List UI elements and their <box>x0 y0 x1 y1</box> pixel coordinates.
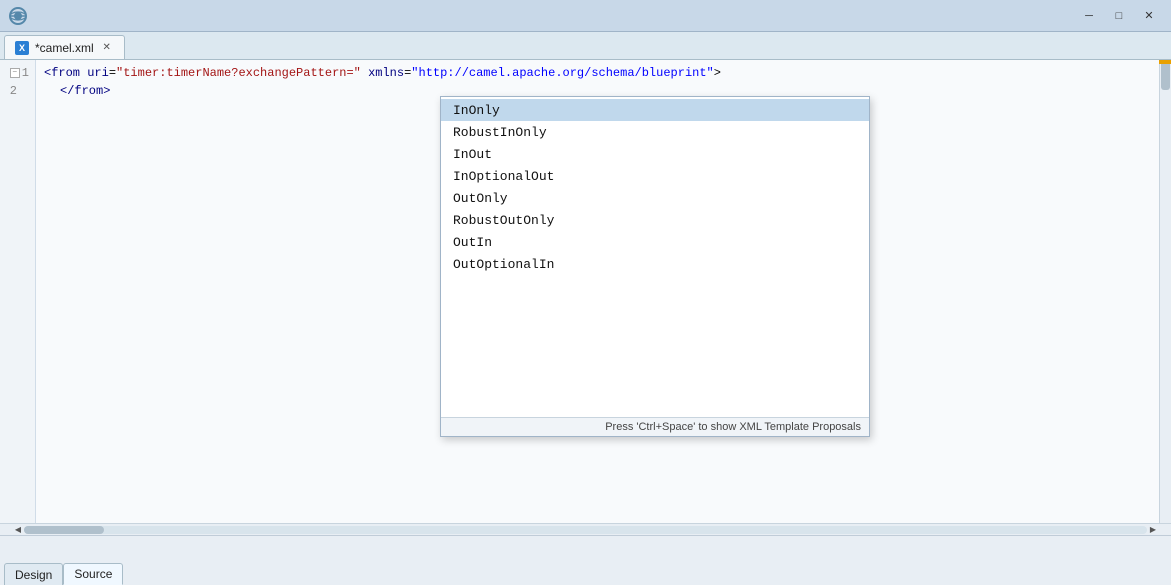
horizontal-scrollbar[interactable]: ◀ ▶ <box>0 523 1171 535</box>
editor-content: − 1 2 <from uri = "timer:timerName?excha… <box>0 60 1171 523</box>
line-numbers: − 1 2 <box>0 60 36 523</box>
attr-uri-value: "timer:timerName?exchangePattern=" <box>116 64 361 82</box>
code-line-1: <from uri = "timer:timerName?exchangePat… <box>44 64 1151 82</box>
attr-xmlns-value: "http://camel.apache.org/schema/blueprin… <box>411 64 713 82</box>
minimize-button[interactable]: ─ <box>1075 6 1103 26</box>
fold-icon-1[interactable]: − <box>10 68 20 78</box>
window-controls: ─ □ ✕ <box>1075 6 1163 26</box>
autocomplete-item-inoptionalout[interactable]: InOptionalOut <box>441 165 869 187</box>
line-number-2: 2 <box>0 82 35 100</box>
autocomplete-item-inout[interactable]: InOut <box>441 143 869 165</box>
app-icon <box>8 6 28 26</box>
tab-close-button[interactable]: ✕ <box>100 41 114 55</box>
autocomplete-empty-space <box>441 277 869 417</box>
scrollbar-thumb-horizontal <box>24 526 104 534</box>
attr-xmlns: xmlns <box>368 64 404 82</box>
bottom-tabs: Design Source <box>0 536 1171 585</box>
tab-file-icon: X <box>15 41 29 55</box>
autocomplete-item-outoptionalin[interactable]: OutOptionalIn <box>441 253 869 275</box>
tag-open-from: <from <box>44 64 80 82</box>
scrollbar-thumb-vertical <box>1161 60 1170 90</box>
editor-area: − 1 2 <from uri = "timer:timerName?excha… <box>0 60 1171 535</box>
tab-design[interactable]: Design <box>4 563 63 585</box>
autocomplete-item-robustinonly[interactable]: RobustInOnly <box>441 121 869 143</box>
scroll-left-button[interactable]: ◀ <box>12 524 24 536</box>
autocomplete-dropdown: InOnly RobustInOnly InOut InOptionalOut … <box>440 96 870 437</box>
tab-name: *camel.xml <box>35 41 94 55</box>
error-marker <box>1159 60 1171 64</box>
editor-tab-camel-xml[interactable]: X *camel.xml ✕ <box>4 35 125 59</box>
tag-close-from: </from> <box>60 82 110 100</box>
autocomplete-item-robustoutonly[interactable]: RobustOutOnly <box>441 209 869 231</box>
autocomplete-item-outonly[interactable]: OutOnly <box>441 187 869 209</box>
scroll-right-button[interactable]: ▶ <box>1147 524 1159 536</box>
line-number-1: − 1 <box>0 64 35 82</box>
autocomplete-item-outin[interactable]: OutIn <box>441 231 869 253</box>
tab-source[interactable]: Source <box>63 563 123 585</box>
autocomplete-item-inonly[interactable]: InOnly <box>441 99 869 121</box>
close-button[interactable]: ✕ <box>1135 6 1163 26</box>
scrollbar-track-horizontal <box>24 526 1147 534</box>
vertical-scrollbar[interactable] <box>1159 60 1171 523</box>
bottom-area: Design Source <box>0 535 1171 585</box>
autocomplete-footer: Press 'Ctrl+Space' to show XML Template … <box>441 417 869 436</box>
autocomplete-list: InOnly RobustInOnly InOut InOptionalOut … <box>441 97 869 277</box>
title-bar: ─ □ ✕ <box>0 0 1171 32</box>
maximize-button[interactable]: □ <box>1105 6 1133 26</box>
tab-bar: X *camel.xml ✕ <box>0 32 1171 60</box>
attr-uri: uri <box>87 64 109 82</box>
